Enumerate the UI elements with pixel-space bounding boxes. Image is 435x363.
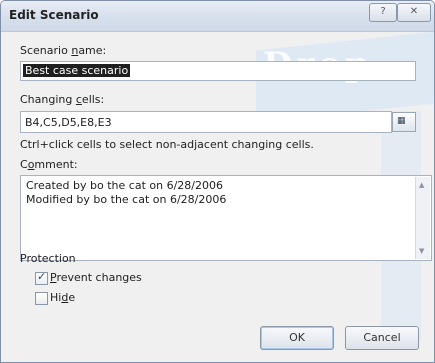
help-button[interactable]: ? bbox=[369, 3, 397, 22]
scenario-name-value: Best case scenario bbox=[23, 64, 131, 77]
changing-cells-input[interactable]: B4,C5,D5,E8,E3 bbox=[20, 111, 392, 133]
protection-heading: Protection bbox=[20, 252, 76, 265]
label-text: Scenario bbox=[20, 44, 72, 57]
label-text: mment: bbox=[34, 158, 78, 171]
changing-cells-value: B4,C5,D5,E8,E3 bbox=[25, 116, 112, 129]
edit-scenario-dialog: Edit Scenario ? ✕ Drop Scenario name: Be… bbox=[0, 0, 435, 363]
ok-button[interactable]: OK bbox=[260, 326, 334, 350]
label-text: Changing bbox=[20, 93, 76, 106]
collapse-dialog-icon: ▦ bbox=[397, 116, 406, 126]
hide-checkbox[interactable] bbox=[35, 292, 48, 305]
cancel-button[interactable]: Cancel bbox=[345, 326, 419, 350]
changing-cells-hint: Ctrl+click cells to select non-adjacent … bbox=[20, 138, 314, 151]
label-text: ells: bbox=[81, 93, 105, 106]
close-button[interactable]: ✕ bbox=[397, 3, 431, 22]
label-text: revent changes bbox=[56, 271, 142, 284]
comment-value: Created by bo the cat on 6/28/2006 Modif… bbox=[26, 179, 227, 206]
label-text: C bbox=[20, 158, 28, 171]
title-bar: Edit Scenario ? ✕ bbox=[1, 1, 434, 32]
comment-textarea[interactable]: Created by bo the cat on 6/28/2006 Modif… bbox=[20, 175, 432, 261]
scroll-down-icon[interactable]: ▼ bbox=[419, 247, 424, 255]
label-text: ame: bbox=[78, 44, 107, 57]
dialog-title: Edit Scenario bbox=[9, 8, 99, 22]
checkmark-icon: ✓ bbox=[37, 270, 47, 283]
prevent-changes-checkbox[interactable]: ✓ bbox=[35, 270, 48, 285]
scenario-name-input[interactable]: Best case scenario bbox=[20, 61, 416, 81]
label-text: Hi bbox=[50, 291, 62, 304]
comment-scrollbar[interactable]: ▲ ▼ bbox=[415, 177, 430, 259]
prevent-changes-label[interactable]: Prevent changes bbox=[50, 271, 142, 284]
scroll-up-icon[interactable]: ▲ bbox=[419, 181, 424, 189]
hide-label[interactable]: Hide bbox=[50, 291, 75, 304]
changing-cells-label: Changing cells: bbox=[20, 93, 104, 106]
comment-label: Comment: bbox=[20, 158, 78, 171]
scenario-name-label: Scenario name: bbox=[20, 44, 106, 57]
collapse-dialog-button[interactable]: ▦ bbox=[392, 112, 416, 132]
label-text: e bbox=[68, 291, 76, 304]
